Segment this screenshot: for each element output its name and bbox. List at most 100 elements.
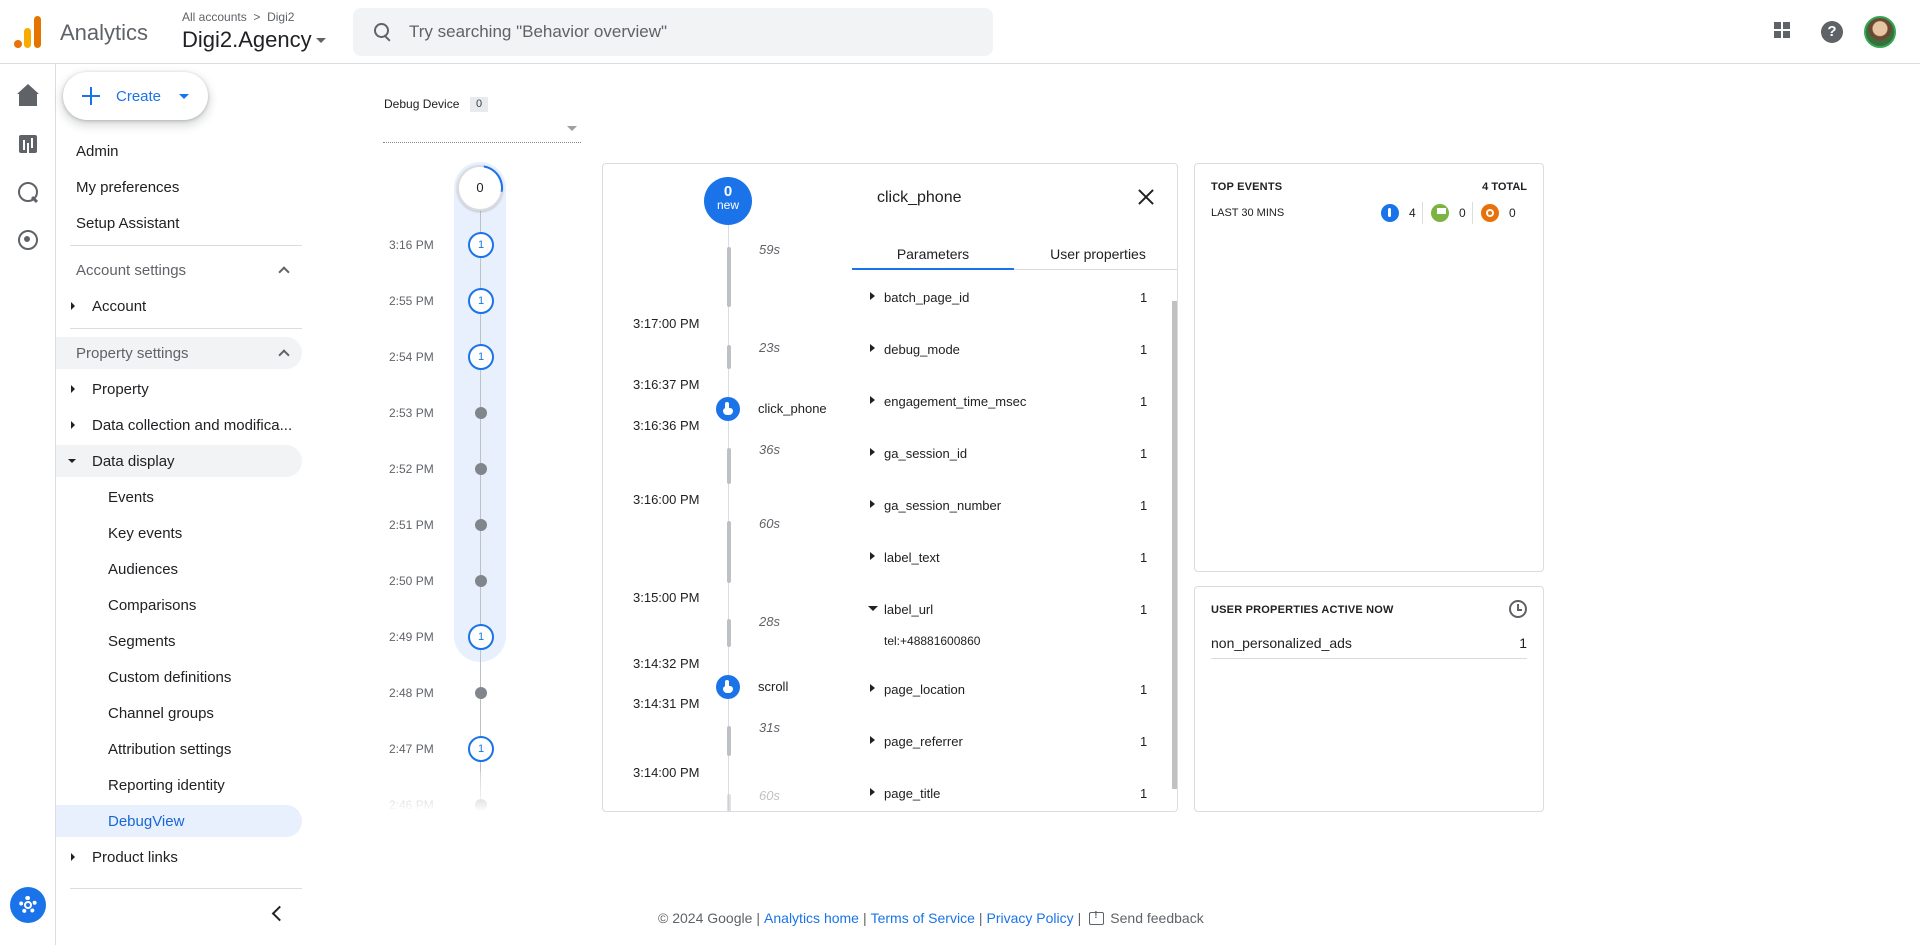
parameter-row[interactable]: engagement_time_msec 1: [852, 386, 1172, 416]
nav-events[interactable]: Events: [56, 481, 302, 513]
minute-row[interactable]: 3:16 PM 1: [360, 230, 560, 260]
parameter-row[interactable]: label_url 1: [852, 594, 1172, 624]
minute-row[interactable]: 2:52 PM: [360, 454, 560, 484]
breadcrumb-root[interactable]: All accounts: [182, 10, 247, 24]
minute-row[interactable]: 2:47 PM 1: [360, 734, 560, 764]
footer-privacy-link[interactable]: Privacy Policy: [987, 910, 1074, 926]
advertising-icon[interactable]: [16, 228, 40, 252]
parameter-row[interactable]: page_location 1: [852, 674, 1172, 704]
time-gap-label: 59s: [759, 242, 780, 257]
event-icon[interactable]: [716, 397, 740, 421]
search-input[interactable]: [409, 22, 969, 42]
create-button[interactable]: Create: [63, 72, 208, 120]
nav-custom-definitions[interactable]: Custom definitions: [56, 661, 302, 693]
nav-debugview[interactable]: DebugView: [56, 805, 302, 837]
nav-product-links[interactable]: Product links: [56, 841, 302, 873]
history-icon[interactable]: [1509, 600, 1527, 618]
close-icon[interactable]: [1138, 189, 1154, 205]
minute-time: 3:16 PM: [389, 238, 434, 252]
error-count-value: 0: [1509, 206, 1516, 220]
minute-row[interactable]: 2:55 PM 1: [360, 286, 560, 316]
footer-send-feedback[interactable]: Send feedback: [1110, 910, 1203, 926]
tab-parameters[interactable]: Parameters: [852, 242, 1014, 270]
footer-analytics-home-link[interactable]: Analytics home: [764, 910, 859, 926]
nav-admin[interactable]: Admin: [56, 135, 302, 167]
caret-down-icon: [179, 93, 190, 99]
settings-icon[interactable]: [10, 887, 46, 923]
footer-copyright: © 2024 Google: [658, 910, 753, 926]
apps-grid-icon[interactable]: [1770, 18, 1798, 46]
analytics-logo-icon[interactable]: [14, 16, 42, 48]
nav-channel-groups[interactable]: Channel groups: [56, 697, 302, 729]
seconds-timeline: [728, 222, 729, 811]
tab-user-properties[interactable]: User properties: [1017, 242, 1177, 270]
nav-segments[interactable]: Segments: [56, 625, 302, 657]
parameter-scrollbar[interactable]: [1172, 301, 1177, 789]
nav-data-display[interactable]: Data display: [56, 445, 302, 477]
nav-account[interactable]: Account: [56, 290, 302, 322]
nav-product-links-label: Product links: [92, 848, 178, 866]
parameter-value: tel:+48881600860: [884, 634, 981, 648]
breadcrumb[interactable]: All accounts > Digi2: [182, 10, 294, 24]
user-property-row[interactable]: non_personalized_ads 1: [1211, 631, 1527, 659]
search-bar[interactable]: [353, 8, 993, 56]
parameter-row[interactable]: ga_session_number 1: [852, 490, 1172, 520]
event-detail-pane: click_phone Parameters User properties b…: [852, 164, 1177, 811]
second-timestamp: 3:15:00 PM: [633, 590, 700, 605]
minute-row[interactable]: 2:49 PM 1: [360, 622, 560, 652]
breadcrumb-account[interactable]: Digi2: [267, 10, 294, 24]
parameter-row[interactable]: ga_session_id 1: [852, 438, 1172, 468]
top-events-total: 4 TOTAL: [1482, 181, 1527, 193]
nav-my-preferences[interactable]: My preferences: [56, 171, 302, 203]
parameter-row[interactable]: page_referrer 1: [852, 726, 1172, 756]
account-picker[interactable]: Digi2.Agency: [182, 27, 326, 53]
minute-row[interactable]: 2:48 PM: [360, 678, 560, 708]
time-gap-label: 23s: [759, 340, 780, 355]
footer-terms-link[interactable]: Terms of Service: [871, 910, 975, 926]
nav-property-settings[interactable]: Property settings: [56, 337, 302, 369]
minute-time: 2:48 PM: [389, 686, 434, 700]
parameter-row[interactable]: label_text 1: [852, 542, 1172, 572]
reports-icon[interactable]: [16, 132, 40, 156]
event-scroll[interactable]: scroll: [758, 679, 788, 694]
explore-icon[interactable]: [16, 180, 40, 204]
event-count[interactable]: 4: [1381, 204, 1416, 222]
minute-event-count[interactable]: 1: [468, 344, 494, 370]
minute-event-count[interactable]: 1: [468, 288, 494, 314]
minute-row[interactable]: 2:50 PM: [360, 566, 560, 596]
minute-time: 2:55 PM: [389, 294, 434, 308]
avatar[interactable]: [1864, 16, 1896, 48]
home-icon[interactable]: [16, 84, 40, 108]
minute-empty-dot: [475, 463, 487, 475]
current-minute-counter[interactable]: 0: [457, 165, 503, 211]
nav-attribution-settings[interactable]: Attribution settings: [56, 733, 302, 765]
event-click-phone[interactable]: click_phone: [758, 401, 827, 416]
help-icon[interactable]: ?: [1818, 18, 1846, 46]
nav-account-settings-label: Account settings: [76, 261, 187, 279]
parameter-row[interactable]: batch_page_id 1: [852, 282, 1172, 312]
nav-property[interactable]: Property: [56, 373, 302, 405]
new-events-badge[interactable]: 0 new: [704, 177, 752, 225]
parameter-row[interactable]: debug_mode 1: [852, 334, 1172, 364]
minute-event-count[interactable]: 1: [468, 232, 494, 258]
nav-setup-assistant[interactable]: Setup Assistant: [56, 207, 302, 239]
key-event-count[interactable]: 0: [1422, 202, 1466, 224]
feedback-icon[interactable]: [1089, 910, 1105, 925]
nav-audiences[interactable]: Audiences: [56, 553, 302, 585]
nav-key-events[interactable]: Key events: [56, 517, 302, 549]
nav-comparisons[interactable]: Comparisons: [56, 589, 302, 621]
parameter-row[interactable]: page_title 1: [852, 778, 1172, 808]
debug-device-select[interactable]: [383, 118, 581, 143]
nav-reporting-identity[interactable]: Reporting identity: [56, 769, 302, 801]
minute-event-count[interactable]: 1: [468, 624, 494, 650]
nav-account-settings[interactable]: Account settings: [56, 254, 302, 286]
minute-row[interactable]: 2:53 PM: [360, 398, 560, 428]
event-icon[interactable]: [716, 675, 740, 699]
minute-time: 2:50 PM: [389, 574, 434, 588]
error-count[interactable]: 0: [1472, 202, 1516, 224]
minute-event-count[interactable]: 1: [468, 736, 494, 762]
nav-data-collection[interactable]: Data collection and modifica...: [56, 409, 302, 441]
minute-row[interactable]: 2:54 PM 1: [360, 342, 560, 372]
collapse-nav-icon[interactable]: [270, 906, 284, 920]
minute-row[interactable]: 2:51 PM: [360, 510, 560, 540]
